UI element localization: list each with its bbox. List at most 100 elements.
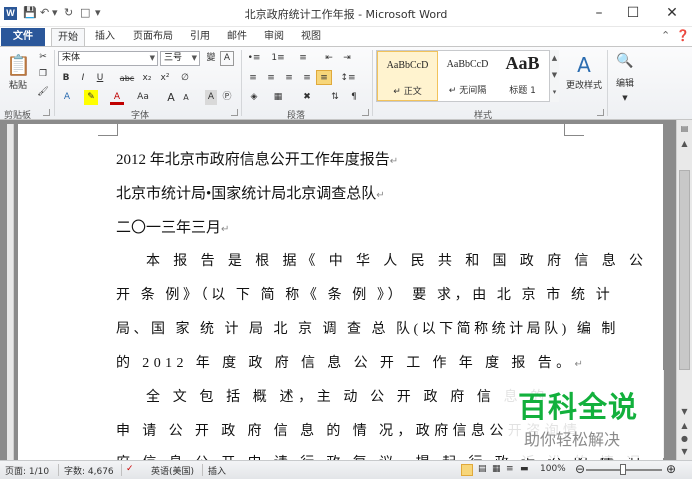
draft-icon[interactable]: ▬ xyxy=(520,464,529,474)
status-divider xyxy=(121,464,122,476)
minimize-icon[interactable]: – xyxy=(584,3,614,23)
change-styles-icon[interactable]: A xyxy=(566,51,602,79)
doc-title-line[interactable]: 2012 年北京市政府信息公开工作年度报告↵ xyxy=(116,148,398,169)
bold-button[interactable]: B xyxy=(60,71,72,86)
close-icon[interactable]: ✕ xyxy=(657,3,687,23)
style-normal[interactable]: AaBbCcD ↵ 正文 xyxy=(377,51,438,101)
shading-icon[interactable]: ◈ xyxy=(246,90,262,105)
sort-icon[interactable]: ⇅ xyxy=(328,90,342,105)
font-launcher-icon[interactable] xyxy=(231,109,238,116)
doc-para-line[interactable]: 全 文 包 括 概 述，主 动 公 开 政 府 信 息 的 xyxy=(146,386,549,406)
scroll-down-icon[interactable]: ▼ xyxy=(679,406,690,417)
editing-dropdown-icon[interactable]: ▼ xyxy=(620,91,630,106)
tab-file[interactable]: 文件 xyxy=(1,28,45,46)
full-screen-reading-icon[interactable]: ▤ xyxy=(478,464,487,474)
word-count[interactable]: 字数: 4,676 xyxy=(64,464,114,477)
paste-icon[interactable]: 📋 xyxy=(6,51,31,79)
copy-icon[interactable]: ❐ xyxy=(36,67,50,82)
editing-button[interactable]: 编辑 xyxy=(610,77,640,92)
language-indicator[interactable]: 英语(美国) xyxy=(151,464,194,477)
doc-para-line[interactable]: 的 2012 年 度 政 府 信 息 公 开 工 作 年 度 报 告。↵ xyxy=(116,352,587,372)
grow-font-button[interactable]: A xyxy=(165,90,177,105)
tab-review[interactable]: 审阅 xyxy=(261,28,287,46)
line-spacing-icon[interactable]: ↕≡ xyxy=(340,71,356,86)
styles-scroll[interactable]: ▲ ▼ ▾ xyxy=(549,50,559,102)
doc-para-line[interactable]: 开 条 例》（以 下 简 称《 条 例 》） 要 求，由 北 京 市 统 计 xyxy=(116,284,613,304)
font-name-box[interactable]: 宋体 ▼ xyxy=(58,51,158,66)
change-styles-button[interactable]: 更改样式 xyxy=(562,79,606,94)
tab-references[interactable]: 引用 xyxy=(187,28,213,46)
enclose-char-icon[interactable]: Ⓟ xyxy=(220,90,234,105)
asian-layout-icon[interactable]: ✖ xyxy=(298,90,316,105)
next-page-icon[interactable]: ▼ xyxy=(679,446,690,457)
find-icon[interactable]: 🔍 xyxy=(614,51,636,71)
ruler-toggle-icon[interactable]: ▤ xyxy=(679,123,690,134)
help-icon[interactable]: ❓ xyxy=(676,29,690,42)
clear-format-icon[interactable]: ∅ xyxy=(178,71,192,86)
subscript-button[interactable]: x₂ xyxy=(140,71,154,86)
align-center-icon[interactable]: ≡ xyxy=(264,71,278,86)
doc-para-line[interactable]: 本 报 告 是 根 据《 中 华 人 民 共 和 国 政 府 信 息 公 xyxy=(146,250,648,270)
vertical-scrollbar[interactable]: ▤ ▲ ▼ ▲ ● ▼ xyxy=(676,120,692,460)
decrease-indent-icon[interactable]: ⇤ xyxy=(322,51,336,66)
align-right-icon[interactable]: ≡ xyxy=(282,71,296,86)
clipboard-launcher-icon[interactable] xyxy=(43,109,50,116)
tab-page-layout[interactable]: 页面布局 xyxy=(130,28,176,46)
minimize-ribbon-icon[interactable]: ⌃ xyxy=(661,29,670,42)
prev-page-icon[interactable]: ▲ xyxy=(679,420,690,431)
tab-insert[interactable]: 插入 xyxy=(92,28,118,46)
doc-para-line[interactable]: 局、国 家 统 计 局 北 京 调 查 总 队(以下简称统计局队) 编 制 xyxy=(116,318,619,338)
outline-icon[interactable]: ≡ xyxy=(506,464,514,474)
style-heading-1[interactable]: AaB 标题 1 xyxy=(496,51,549,101)
format-painter-icon[interactable]: 🖌 xyxy=(36,85,50,100)
numbering-icon[interactable]: 1≡ xyxy=(270,51,286,66)
zoom-out-icon[interactable]: ⊖ xyxy=(575,462,585,476)
borders-icon[interactable]: ▦ xyxy=(270,90,286,105)
zoom-level[interactable]: 100% xyxy=(540,464,566,474)
bullets-icon[interactable]: •≡ xyxy=(246,51,262,66)
styles-launcher-icon[interactable] xyxy=(597,109,604,116)
increase-indent-icon[interactable]: ⇥ xyxy=(340,51,354,66)
proofing-icon[interactable]: ✓ xyxy=(126,464,134,474)
paste-button[interactable]: 粘贴 xyxy=(6,79,30,94)
print-layout-icon[interactable] xyxy=(461,464,473,476)
tab-view[interactable]: 视图 xyxy=(298,28,324,46)
ribbon: 📋 粘贴 ✂ ❐ 🖌 剪贴板 宋体 ▼ 三号 ▼ 變 A B I U abc x₂ … xyxy=(0,46,692,121)
italic-button[interactable]: I xyxy=(77,71,89,86)
margin-corner xyxy=(564,124,584,136)
page-indicator[interactable]: 页面: 1/10 xyxy=(5,464,49,477)
cut-icon[interactable]: ✂ xyxy=(36,50,50,65)
strikethrough-button[interactable]: abc xyxy=(118,71,136,86)
doc-author-line[interactable]: 北京市统计局•国家统计局北京调查总队↵ xyxy=(116,182,385,203)
align-left-icon[interactable]: ≡ xyxy=(246,71,260,86)
distributed-icon[interactable]: ≡ xyxy=(316,70,332,85)
paragraph-launcher-icon[interactable] xyxy=(362,109,369,116)
web-layout-icon[interactable]: ▦ xyxy=(492,464,501,474)
insert-mode-indicator[interactable]: 插入 xyxy=(208,464,226,477)
phonetic-guide-icon[interactable]: 變 xyxy=(204,51,218,66)
doc-date-line[interactable]: 二〇一三年三月↵ xyxy=(116,216,229,237)
zoom-slider-thumb[interactable] xyxy=(620,464,626,475)
tab-mailings[interactable]: 邮件 xyxy=(224,28,250,46)
scroll-thumb[interactable] xyxy=(679,170,690,370)
text-effects-icon[interactable]: A xyxy=(60,90,74,105)
show-marks-icon[interactable]: ¶ xyxy=(348,90,360,105)
shrink-font-button[interactable]: A xyxy=(180,90,192,105)
highlight-icon[interactable]: ✎ xyxy=(84,90,98,105)
underline-button[interactable]: U xyxy=(94,71,106,86)
style-no-spacing[interactable]: AaBbCcD ↵ 无间隔 xyxy=(437,51,498,101)
select-browse-icon[interactable]: ● xyxy=(679,433,690,444)
char-shading-icon[interactable]: A xyxy=(205,90,217,105)
watermark-title: 百科全说 xyxy=(518,390,639,424)
maximize-icon[interactable]: ☐ xyxy=(618,3,648,23)
superscript-button[interactable]: x² xyxy=(158,71,172,86)
tab-home[interactable]: 开始 xyxy=(51,28,85,46)
change-case-button[interactable]: Aa xyxy=(135,90,151,105)
justify-icon[interactable]: ≡ xyxy=(300,71,314,86)
char-border-icon[interactable]: A xyxy=(220,51,234,66)
scroll-up-icon[interactable]: ▲ xyxy=(679,138,690,149)
zoom-in-icon[interactable]: ⊕ xyxy=(666,462,676,476)
font-color-icon[interactable]: A xyxy=(110,90,124,105)
font-size-box[interactable]: 三号 ▼ xyxy=(160,51,200,66)
multilevel-list-icon[interactable]: ≡ xyxy=(294,51,312,66)
